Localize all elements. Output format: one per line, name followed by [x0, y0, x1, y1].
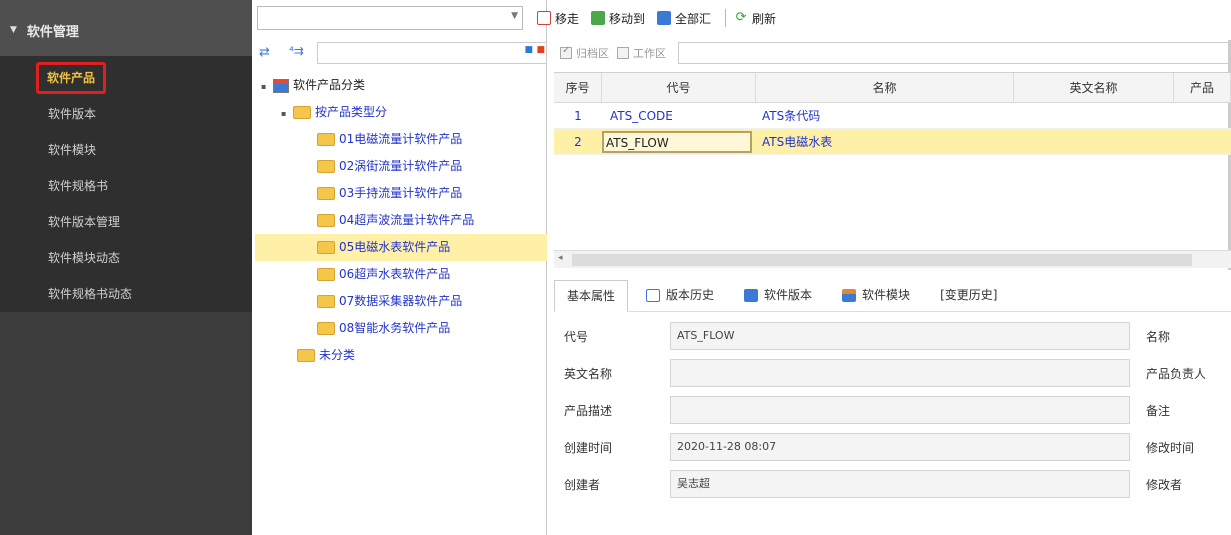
code-field[interactable]: ATS_FLOW: [670, 322, 1130, 350]
form-row-description: 产品描述 备注: [554, 392, 1231, 429]
collapse-all-icon[interactable]: ⁴⇉: [289, 44, 304, 58]
expand-all-icon[interactable]: ⇄: [259, 45, 270, 60]
tree-node-child-selected[interactable]: 05电磁水表软件产品: [255, 234, 547, 261]
form-row-creator: 创建者 吴志超 修改者: [554, 466, 1231, 503]
folder-icon: [317, 133, 335, 146]
folder-icon: [297, 349, 315, 362]
tab-version-history[interactable]: 版本历史: [634, 279, 726, 311]
sidebar-title: 软件管理: [26, 24, 79, 40]
col-header-code[interactable]: 代号: [602, 73, 756, 102]
filter-bar: 归档区 工作区: [548, 40, 1231, 66]
sidebar-item-spec-activity[interactable]: 软件规格书动态: [0, 276, 252, 312]
horizontal-scrollbar[interactable]: ◂: [554, 250, 1231, 268]
en-name-field[interactable]: [670, 359, 1130, 387]
checkbox-icon: [617, 47, 629, 59]
archive-filter-checkbox[interactable]: 归档区: [560, 45, 609, 61]
form-row-created: 创建时间 2020-11-28 08:07 修改时间: [554, 429, 1231, 466]
tree-node-group[interactable]: ▪ 按产品类型分: [255, 99, 547, 126]
sidebar-item-software-product[interactable]: 软件产品: [0, 60, 252, 96]
tree-node-child[interactable]: 07数据采集器软件产品: [255, 288, 547, 315]
sidebar-item-version-management[interactable]: 软件版本管理: [0, 204, 252, 240]
filter-input[interactable]: [678, 42, 1231, 64]
table-row[interactable]: 1 ATS_CODE ATS条代码: [554, 103, 1231, 129]
tree-node-child[interactable]: 04超声波流量计软件产品: [255, 207, 547, 234]
tree-node-child[interactable]: 02涡街流量计软件产品: [255, 153, 547, 180]
expand-toggle-icon[interactable]: ▪: [281, 100, 293, 127]
detail-form: 代号 ATS_FLOW 名称 英文名称 产品负责人 产品描述 备注 创建时间 2…: [554, 318, 1231, 503]
tree-node-child[interactable]: 06超声水表软件产品: [255, 261, 547, 288]
category-root-icon: [273, 78, 289, 93]
scrollbar-thumb[interactable]: [572, 254, 1192, 266]
tree-search-input[interactable]: [317, 42, 547, 64]
search-icon[interactable]: ■: [524, 45, 533, 55]
folder-icon: [317, 187, 335, 200]
clear-icon[interactable]: ■: [536, 45, 545, 55]
folder-icon: [317, 295, 335, 308]
tab-software-module[interactable]: 软件模块: [830, 279, 922, 311]
tree-node-unclassified[interactable]: 未分类: [255, 342, 547, 369]
main-panel: 归档区 工作区 序号 代号 名称 英文名称 产品 1 ATS_CODE ATS条…: [548, 0, 1231, 535]
category-tree: ▪ 软件产品分类 ▪ 按产品类型分 01电磁流量计软件产品 02涡街流量计软件产品 …: [255, 72, 547, 369]
tree-node-child[interactable]: 03手持流量计软件产品: [255, 180, 547, 207]
tree-panel: ▼ ⇄ ⁴⇉ ■ ■ ▪ 软件产品分类 ▪ 按产品类型分 01电磁流量计软件产品 0…: [255, 0, 547, 535]
sidebar-item-software-module[interactable]: 软件模块: [0, 132, 252, 168]
col-header-name[interactable]: 名称: [756, 73, 1014, 102]
tab-change-history[interactable]: [变更历史]: [928, 279, 1009, 311]
sidebar-header[interactable]: ▼ 软件管理: [0, 0, 252, 60]
tab-software-version[interactable]: 软件版本: [732, 279, 824, 311]
module-icon: [842, 288, 857, 302]
sidebar-item-software-spec[interactable]: 软件规格书: [0, 168, 252, 204]
folder-icon: [317, 241, 335, 254]
form-row-code: 代号 ATS_FLOW 名称: [554, 318, 1231, 355]
version-icon: [744, 288, 759, 302]
workspace-filter-checkbox[interactable]: 工作区: [617, 45, 666, 61]
collapse-arrow-icon: ▼: [10, 25, 17, 35]
tree-node-child[interactable]: 08智能水务软件产品: [255, 315, 547, 342]
form-row-en-name: 英文名称 产品负责人: [554, 355, 1231, 392]
sidebar: ▼ 软件管理 软件产品 软件版本 软件模块 软件规格书 软件版本管理 软件模块动…: [0, 0, 252, 535]
created-time-field[interactable]: 2020-11-28 08:07: [670, 433, 1130, 461]
col-header-no[interactable]: 序号: [554, 73, 602, 102]
combo-bar: ▼: [255, 4, 547, 32]
product-grid: 序号 代号 名称 英文名称 产品 1 ATS_CODE ATS条代码 2 ATS…: [554, 72, 1231, 252]
checkbox-checked-icon: [560, 45, 572, 59]
table-row-selected[interactable]: 2 ATS_FLOW ATS电磁水表: [554, 129, 1231, 155]
detail-tabs: 基本属性 版本历史 软件版本 软件模块 [变更历史]: [554, 276, 1231, 312]
folder-icon: [317, 322, 335, 335]
creator-field[interactable]: 吴志超: [670, 470, 1130, 498]
sidebar-item-module-activity[interactable]: 软件模块动态: [0, 240, 252, 276]
description-field[interactable]: [670, 396, 1130, 424]
tree-search-bar: ⇄ ⁴⇉ ■ ■: [255, 40, 547, 66]
sidebar-menu: 软件产品 软件版本 软件模块 软件规格书 软件版本管理 软件模块动态 软件规格书…: [0, 56, 252, 312]
grid-header: 序号 代号 名称 英文名称 产品: [554, 73, 1231, 103]
code-cell-editor[interactable]: ATS_FLOW: [602, 131, 752, 153]
scroll-left-icon[interactable]: ◂: [558, 253, 563, 263]
history-icon: [646, 288, 661, 302]
tree-node-child[interactable]: 01电磁流量计软件产品: [255, 126, 547, 153]
tab-basic-properties[interactable]: 基本属性: [554, 280, 629, 312]
sidebar-item-software-version[interactable]: 软件版本: [0, 96, 252, 132]
tree-node-root[interactable]: ▪ 软件产品分类: [255, 72, 547, 99]
expand-toggle-icon[interactable]: ▪: [261, 73, 273, 100]
chevron-down-icon: ▼: [511, 11, 518, 21]
category-select[interactable]: ▼: [257, 6, 523, 30]
folder-icon: [293, 106, 311, 119]
col-header-en-name[interactable]: 英文名称: [1014, 73, 1174, 102]
col-header-product[interactable]: 产品: [1174, 73, 1231, 102]
folder-icon: [317, 268, 335, 281]
folder-icon: [317, 160, 335, 173]
folder-icon: [317, 214, 335, 227]
